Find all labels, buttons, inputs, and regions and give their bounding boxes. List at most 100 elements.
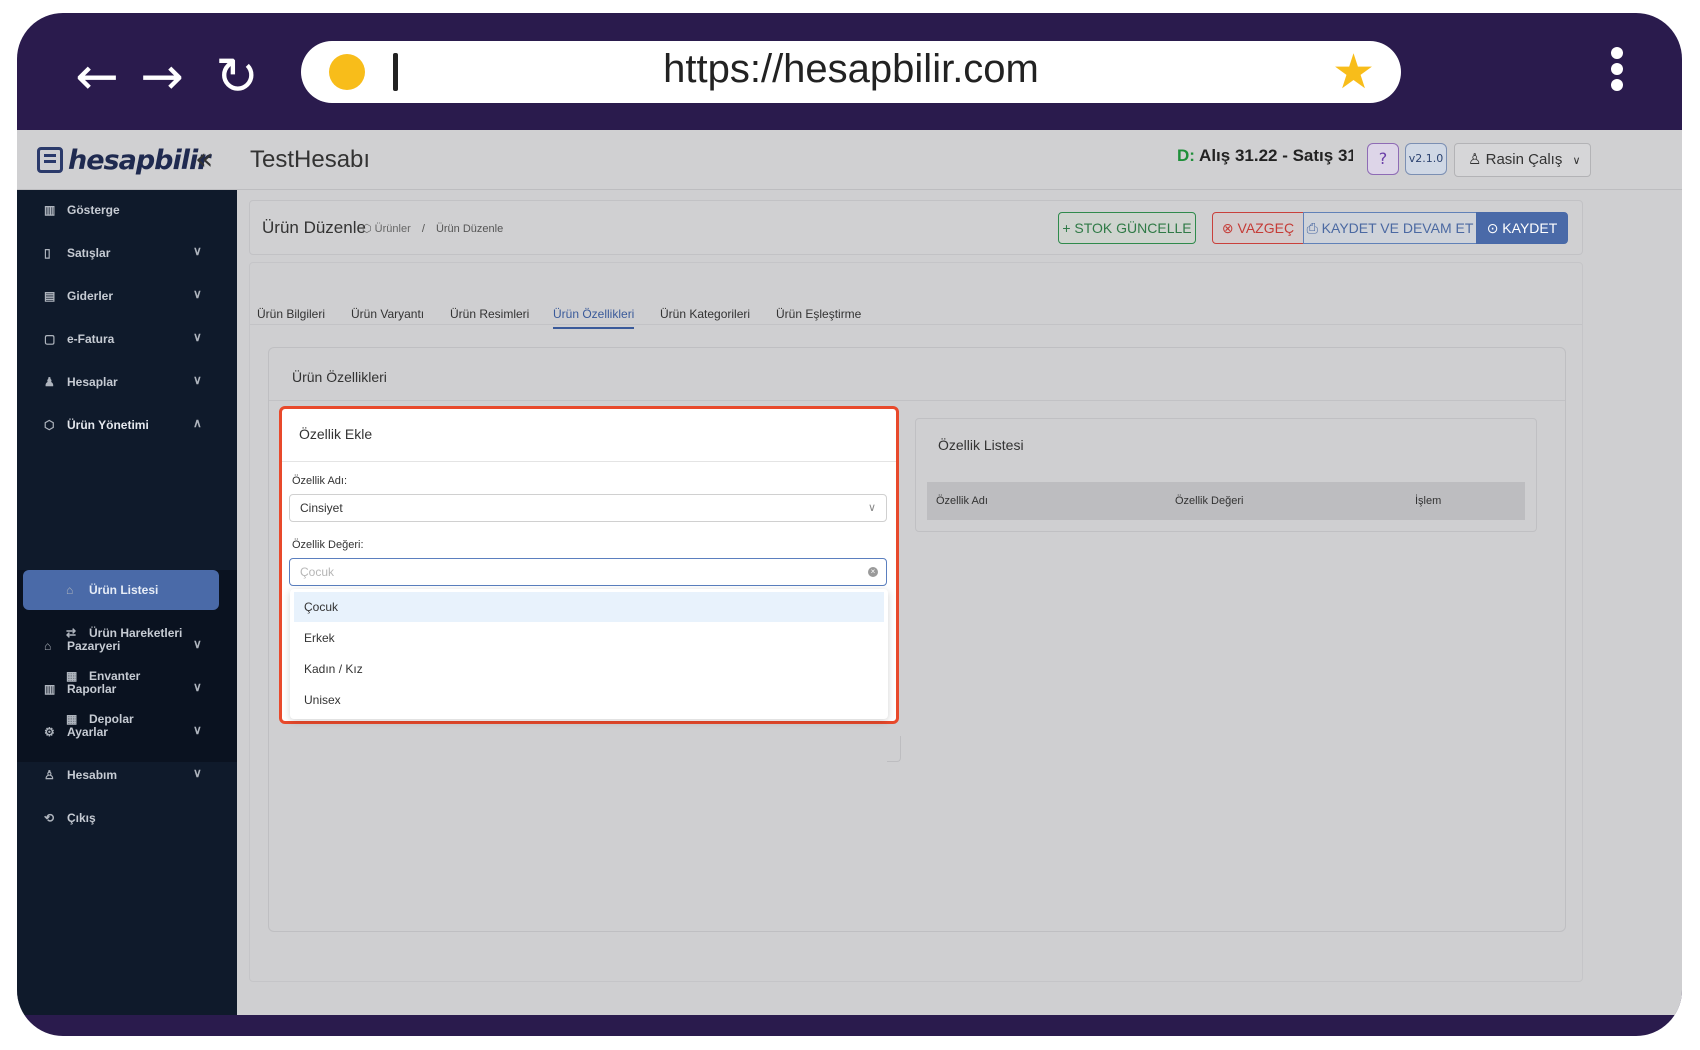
tab-urun-bilgileri[interactable]: Ürün Bilgileri — [257, 307, 325, 321]
feature-value-select[interactable]: Çocuk × — [289, 558, 887, 586]
sidebar-item-ayarlar[interactable]: ⚙ Ayarlar ∨ — [17, 712, 237, 754]
sidebar-item-raporlar[interactable]: ▥ Raporlar ∨ — [17, 669, 237, 711]
feature-value-placeholder: Çocuk — [300, 565, 335, 579]
save-and-continue-button[interactable]: ⎙ KAYDET VE DEVAM ET — [1303, 212, 1477, 244]
tab-urun-kategorileri[interactable]: Ürün Kategorileri — [660, 307, 750, 321]
logo-calculator-icon — [37, 147, 63, 173]
sidebar-item-satislar[interactable]: ▯ Satışlar ∨ — [17, 233, 237, 275]
back-arrow-icon[interactable]: ← — [67, 47, 127, 107]
chevron-down-icon: ∨ — [193, 373, 202, 387]
feature-list-card: Özellik Listesi Özellik Adı Özellik Değe… — [915, 418, 1537, 532]
chevron-down-icon: ∨ — [193, 637, 202, 651]
chevron-down-icon: ∨ — [193, 766, 202, 780]
user-icon: ♙ — [44, 768, 55, 782]
dashboard-icon: ▥ — [44, 203, 56, 217]
browser-frame: ← → ↻ https://hesapbilir.com ★ hesapbili… — [17, 13, 1682, 1036]
chevron-down-icon: ∨ — [1572, 155, 1581, 167]
account-name: TestHesabı — [250, 146, 371, 173]
sidebar-item-label: Gösterge — [67, 203, 120, 217]
sidebar-item-label: e-Fatura — [67, 332, 115, 346]
cancel-button[interactable]: ⊗ VAZGEÇ — [1212, 212, 1304, 244]
features-card-title: Ürün Özellikleri — [292, 369, 387, 385]
feature-list-header: Özellik Adı Özellik Değeri İşlem — [927, 482, 1525, 520]
underlying-card-edge — [887, 736, 901, 762]
chevron-down-icon: ∨ — [193, 287, 202, 301]
tab-urun-eslestirme[interactable]: Ürün Eşleştirme — [776, 307, 861, 321]
add-feature-title: Özellik Ekle — [299, 426, 373, 442]
user-name: Rasin Çalış — [1485, 151, 1563, 168]
invoice-icon: ▢ — [44, 332, 56, 346]
url-text[interactable]: https://hesapbilir.com — [301, 47, 1401, 92]
sidebar-subitem-label: Ürün Listesi — [89, 583, 159, 597]
clear-icon[interactable]: × — [868, 567, 878, 577]
sidebar: ⌂ Ürün Listesi ⇄ Ürün Hareketleri ▦ Enva… — [17, 190, 237, 1015]
reload-icon[interactable]: ↻ — [207, 47, 267, 107]
sidebar-item-giderler[interactable]: ▤ Giderler ∨ — [17, 276, 237, 318]
chevron-down-icon: ∨ — [193, 330, 202, 344]
sidebar-item-cikis[interactable]: ⟲ Çıkış — [17, 798, 237, 840]
dropdown-option[interactable]: Unisex — [294, 685, 884, 715]
bookmark-star-icon[interactable]: ★ — [1332, 45, 1375, 99]
shop-icon: ⌂ — [66, 583, 74, 597]
user-icon: ♙ — [1468, 151, 1482, 168]
feature-name-value: Cinsiyet — [300, 501, 343, 515]
browser-chrome: ← → ↻ https://hesapbilir.com ★ — [17, 13, 1682, 130]
sidebar-item-label: Raporlar — [67, 682, 117, 696]
divider — [269, 400, 1565, 401]
feature-value-label: Özellik Değeri: — [292, 539, 364, 551]
version-badge[interactable]: v2.1.0 — [1405, 143, 1447, 175]
sidebar-item-label: Pazaryeri — [67, 639, 121, 653]
currency-ticker: D: Alış 31.22 - Satış 31.1 — [1177, 146, 1353, 166]
feature-name-select[interactable]: Cinsiyet ∨ — [289, 494, 887, 522]
dropdown-option[interactable]: Erkek — [294, 623, 884, 653]
browser-menu-icon[interactable] — [1607, 47, 1627, 97]
gear-icon: ⚙ — [44, 725, 55, 739]
collapse-sidebar-icon[interactable]: « — [195, 142, 213, 177]
ticker-text: Alış 31.22 - Satış 31.1 — [1199, 146, 1353, 165]
sidebar-item-pazaryeri[interactable]: ⌂ Pazaryeri ∨ — [17, 626, 237, 668]
feature-name-label: Özellik Adı: — [292, 475, 348, 487]
sidebar-item-label: Ayarlar — [67, 725, 108, 739]
breadcrumb-parent[interactable]: Ürünler — [375, 223, 411, 235]
breadcrumb-separator: / — [421, 223, 425, 235]
chevron-down-icon: ∨ — [193, 680, 202, 694]
address-bar[interactable]: https://hesapbilir.com ★ — [301, 41, 1401, 103]
tab-urun-varyanti[interactable]: Ürün Varyantı — [351, 307, 424, 321]
chevron-down-icon: ∨ — [867, 502, 876, 514]
logo[interactable]: hesapbilir — [37, 142, 211, 178]
sidebar-item-gosterge[interactable]: ▥ Gösterge — [17, 190, 237, 232]
breadcrumb: ⬡ Ürünler / Ürün Düzenle — [362, 222, 503, 235]
column-header: Özellik Değeri — [1175, 495, 1244, 507]
dropdown-option[interactable]: Çocuk — [294, 592, 884, 622]
sidebar-item-urun-yonetimi[interactable]: ⬡ Ürün Yönetimi ∧ — [17, 405, 237, 447]
logo-text: hesapbilir — [68, 144, 211, 176]
chevron-down-icon: ∨ — [193, 244, 202, 258]
sidebar-item-label: Ürün Yönetimi — [67, 418, 149, 432]
sidebar-item-label: Satışlar — [67, 246, 111, 260]
sidebar-subitem-urun-listesi[interactable]: ⌂ Ürün Listesi — [23, 570, 219, 610]
save-button[interactable]: ⊙ KAYDET — [1476, 212, 1568, 244]
marketplace-icon: ⌂ — [44, 639, 52, 653]
feature-list-title: Özellik Listesi — [938, 437, 1024, 453]
box-icon: ⬡ — [44, 418, 55, 432]
add-feature-card: Özellik Ekle Özellik Adı: Cinsiyet ∨ Öze… — [279, 406, 899, 724]
sidebar-item-label: Giderler — [67, 289, 114, 303]
sales-icon: ▯ — [44, 246, 51, 260]
tab-urun-ozellikleri[interactable]: Ürün Özellikleri — [553, 307, 635, 329]
column-header: İşlem — [1415, 495, 1442, 507]
tab-urun-resimleri[interactable]: Ürün Resimleri — [450, 307, 529, 321]
forward-arrow-icon[interactable]: → — [132, 47, 192, 107]
help-button[interactable]: ? — [1367, 143, 1399, 175]
app-topbar: hesapbilir « TestHesabı D: Alış 31.22 - … — [17, 130, 1682, 190]
chevron-up-icon: ∧ — [193, 416, 202, 430]
stock-update-button[interactable]: + STOK GÜNCELLE — [1058, 212, 1196, 244]
user-menu-button[interactable]: ♙ Rasin Çalış ∨ — [1454, 143, 1591, 177]
page-header: Ürün Düzenle ⬡ Ürünler / Ürün Düzenle + … — [249, 200, 1583, 255]
sidebar-item-e-fatura[interactable]: ▢ e-Fatura ∨ — [17, 319, 237, 361]
sidebar-item-label: Hesaplar — [67, 375, 118, 389]
sidebar-item-hesaplar[interactable]: ♟ Hesaplar ∨ — [17, 362, 237, 404]
sidebar-item-hesabim[interactable]: ♙ Hesabım ∨ — [17, 755, 237, 797]
breadcrumb-current: Ürün Düzenle — [435, 223, 504, 235]
dropdown-option[interactable]: Kadın / Kız — [294, 654, 884, 684]
tab-bar: Ürün Bilgileri Ürün Varyantı Ürün Resiml… — [250, 263, 1582, 329]
